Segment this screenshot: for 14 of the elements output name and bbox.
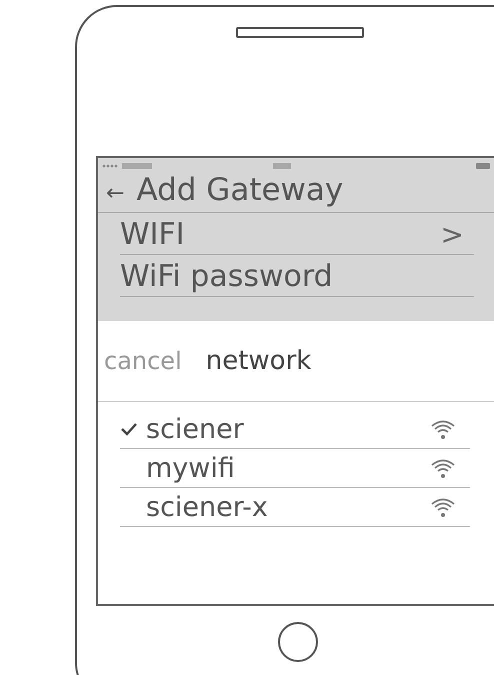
cancel-button[interactable]: cancel: [104, 347, 182, 375]
wifi-icon: [430, 496, 456, 518]
settings-row[interactable]: WIFI >: [120, 213, 474, 255]
network-item[interactable]: sciener: [120, 410, 470, 449]
settings-row[interactable]: WiFi password: [120, 255, 474, 297]
back-button[interactable]: ←: [106, 181, 124, 206]
screen-title: Add Gateway: [136, 172, 344, 208]
chevron-icon: >: [440, 218, 464, 250]
wifi-icon: [430, 418, 456, 440]
wifi-icon: [430, 457, 456, 479]
network-item[interactable]: sciener-x: [120, 488, 470, 527]
sheet-title: network: [206, 346, 312, 376]
network-item[interactable]: mywifi: [120, 449, 470, 488]
home-button[interactable]: [278, 622, 318, 662]
